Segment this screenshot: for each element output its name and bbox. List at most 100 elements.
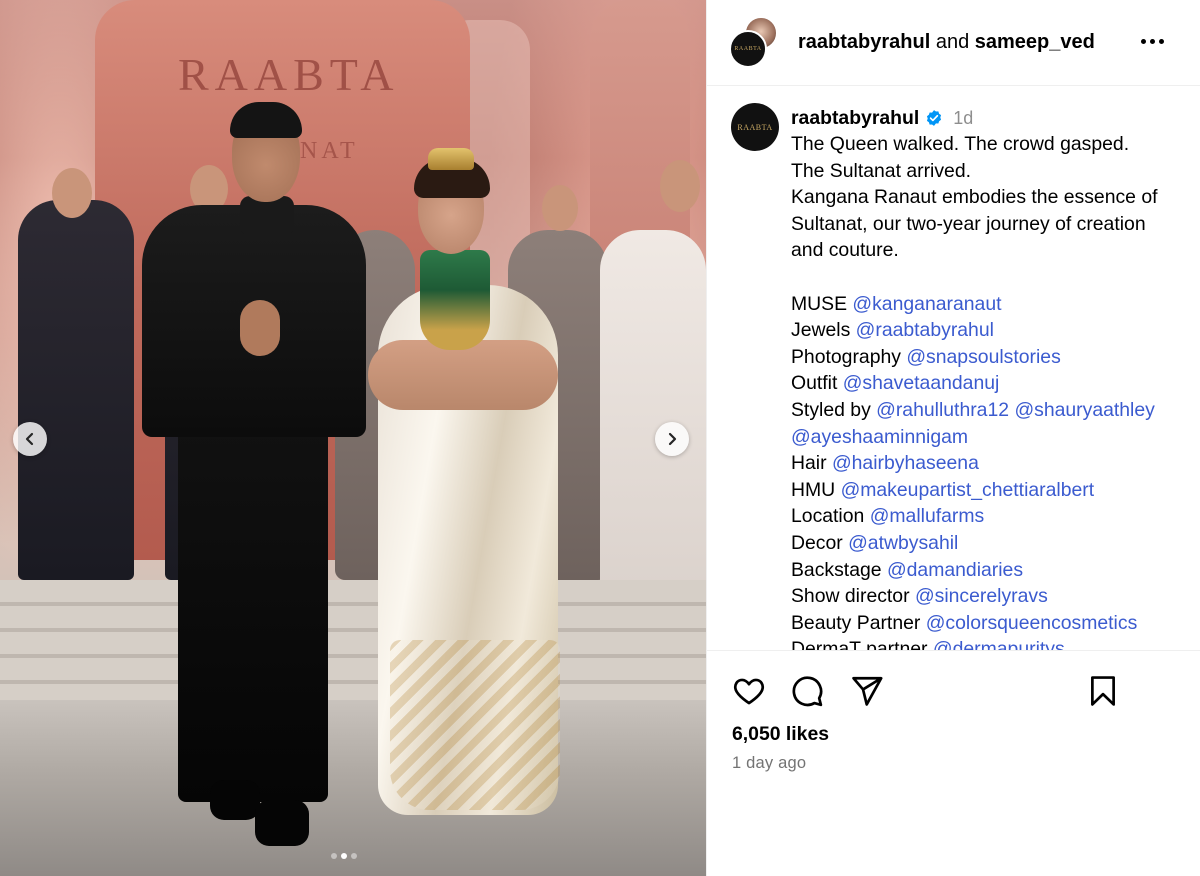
carousel-dot xyxy=(341,853,347,859)
caption-username-link[interactable]: raabtabyrahul xyxy=(791,105,919,132)
model-man-hands xyxy=(240,300,280,356)
credit-label: Beauty Partner xyxy=(791,611,921,634)
model-man-hair xyxy=(230,102,302,138)
mention-link[interactable]: @damandiaries xyxy=(887,559,1023,581)
collab-avatars[interactable]: RAABTA xyxy=(729,16,781,68)
credit-label: DermaT partner xyxy=(791,638,928,650)
background-model xyxy=(18,200,134,580)
model-woman-arms xyxy=(368,340,558,410)
credit-label: Decor xyxy=(791,531,843,554)
dot-icon xyxy=(1149,38,1155,44)
mention-link[interactable]: @dermapuritys xyxy=(933,638,1065,650)
background-model xyxy=(600,230,706,630)
avatar[interactable]: RAABTA xyxy=(729,30,767,68)
credit-label: MUSE xyxy=(791,292,848,315)
credit-line: Show director @sincerelyravs xyxy=(791,583,1191,610)
likes-count-link[interactable]: 6,050 likes xyxy=(732,723,829,746)
caption-line: and couture. xyxy=(791,239,899,262)
mention-link[interactable]: @raabtabyrahul xyxy=(856,319,994,341)
caption-line: The Sultanat arrived. xyxy=(791,159,971,182)
credit-line: Backstage @damandiaries xyxy=(791,557,1191,584)
verified-badge-icon xyxy=(925,109,943,127)
heart-icon xyxy=(733,678,765,705)
credit-line: HMU @makeupartist_chettiaralbert xyxy=(791,477,1191,504)
mention-link[interactable]: @sincerelyravs xyxy=(915,585,1048,607)
author-username-link[interactable]: raabtabyrahul xyxy=(798,31,930,53)
credit-line: Decor @atwbysahil xyxy=(791,530,1191,557)
credit-label: Outfit xyxy=(791,372,838,395)
mention-link[interactable]: @makeupartist_chettiaralbert xyxy=(841,479,1095,501)
background-model-head xyxy=(660,160,700,212)
caption-line: The Queen walked. The crowd gasped. xyxy=(791,133,1130,155)
post-image[interactable]: RAABTA NAT xyxy=(0,0,706,876)
model-woman-headpiece xyxy=(428,148,474,170)
comment-icon xyxy=(792,676,823,707)
carousel-dot xyxy=(351,853,357,859)
background-model-head xyxy=(542,185,578,231)
mention-link[interactable]: @kanganaranaut xyxy=(852,293,1001,315)
caption-line: Kangana Ranaut embodies the essence of xyxy=(791,186,1158,209)
chevron-right-icon xyxy=(668,432,677,446)
mention-link[interactable]: @atwbysahil xyxy=(848,532,958,554)
credit-label: Jewels xyxy=(791,319,851,342)
author-username-link[interactable]: sameep_ved xyxy=(975,31,1095,53)
credit-line: DermaT partner @dermapuritys xyxy=(791,636,1191,650)
carousel-prev-button[interactable] xyxy=(13,422,47,456)
credit-label: Photography xyxy=(791,345,901,368)
model-man-turtleneck xyxy=(240,196,294,236)
post-header: RAABTA raabtabyrahul and sameep_ved xyxy=(707,0,1200,86)
credit-line: Outfit @shavetaandanuj xyxy=(791,370,1191,397)
background-model-head xyxy=(52,168,92,218)
save-button[interactable] xyxy=(1085,673,1121,709)
credit-line: @ayeshaaminnigam xyxy=(791,424,1191,451)
model-woman-saree-border xyxy=(390,640,560,810)
caption-line: Sultanat, our two-year journey of creati… xyxy=(791,212,1146,235)
avatar[interactable]: RAABTA xyxy=(731,103,779,151)
mention-link[interactable]: @shavetaandanuj xyxy=(843,372,1000,394)
credit-label: Styled by xyxy=(791,398,871,421)
post-details-panel: RAABTA raabtabyrahul and sameep_ved RAAB… xyxy=(706,0,1200,876)
avatar-brand-logo: RAABTA xyxy=(737,122,773,132)
mention-link[interactable]: @ayeshaaminnigam xyxy=(791,426,968,448)
mention-link[interactable]: @mallufarms xyxy=(870,505,985,527)
carousel-next-button[interactable] xyxy=(655,422,689,456)
mention-link[interactable]: @snapsoulstories xyxy=(906,346,1060,368)
post-date: 1 day ago xyxy=(732,754,807,772)
backdrop-brand-text: NAT xyxy=(300,138,359,164)
credit-line: MUSE @kanganaranaut xyxy=(791,291,1191,318)
caption-credits: MUSE @kanganaranaut Jewels @raabtabyrahul… xyxy=(791,291,1191,650)
runway-steps xyxy=(0,580,706,710)
paper-plane-icon xyxy=(852,676,883,706)
model-man-shoe xyxy=(255,800,309,846)
credit-line: Styled by @rahulluthra12 @shauryaathley xyxy=(791,397,1191,424)
like-button[interactable] xyxy=(731,673,767,709)
model-man-shoe xyxy=(210,780,260,820)
credit-label: HMU xyxy=(791,478,836,501)
avatar-brand-logo: RAABTA xyxy=(734,46,762,52)
mention-link[interactable]: @colorsqueencosmetics xyxy=(926,612,1138,634)
credit-label: Show director xyxy=(791,585,910,608)
caption-header: raabtabyrahul 1d xyxy=(791,105,1191,131)
backdrop-brand-text: RAABTA xyxy=(178,49,400,100)
credit-line: Photography @snapsoulstories xyxy=(791,344,1191,371)
post-authors: raabtabyrahul and sameep_ved xyxy=(798,30,1095,54)
chevron-left-icon xyxy=(25,432,34,446)
caption-body: raabtabyrahul 1d The Queen walked. The c… xyxy=(791,105,1191,650)
credit-label: Backstage xyxy=(791,558,882,581)
post-time: 1d xyxy=(953,107,974,128)
credit-line: Hair @hairbyhaseena xyxy=(791,450,1191,477)
comment-button[interactable] xyxy=(789,673,825,709)
mention-link[interactable]: @hairbyhaseena xyxy=(832,452,979,474)
credit-label: Location xyxy=(791,505,865,528)
caption-section: RAABTA raabtabyrahul 1d The Queen walked… xyxy=(707,87,1200,650)
dot-icon xyxy=(1158,38,1164,44)
credit-line: Location @mallufarms xyxy=(791,503,1191,530)
more-options-button[interactable] xyxy=(1135,28,1169,54)
dot-icon xyxy=(1140,38,1146,44)
carousel-dot xyxy=(331,853,337,859)
credit-label: Hair xyxy=(791,452,827,475)
share-button[interactable] xyxy=(849,673,885,709)
mention-link[interactable]: @rahulluthra12 xyxy=(876,399,1009,421)
mention-link[interactable]: @shauryaathley xyxy=(1014,399,1154,421)
